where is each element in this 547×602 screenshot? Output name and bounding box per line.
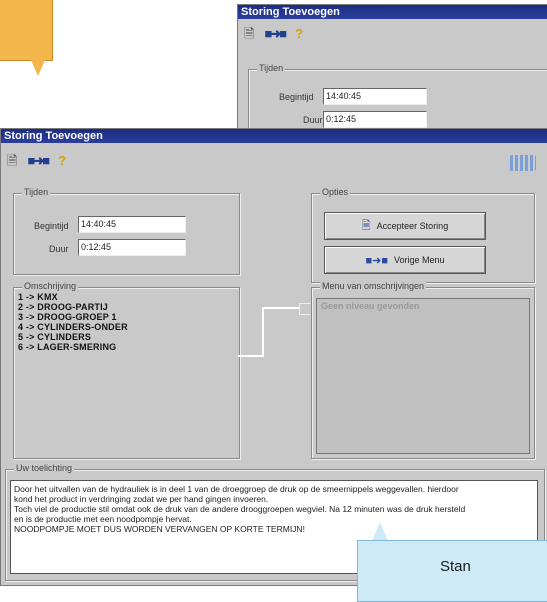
back-begintijd-label: Begintijd — [279, 92, 314, 102]
connector-line — [238, 355, 262, 357]
omschrijving-item[interactable]: 5 -> CYLINDERS — [18, 332, 128, 342]
tijden-group: Tijden Begintijd 14:40:45 Duur 0:12:45 — [13, 187, 240, 275]
duur-field[interactable]: 0:12:45 — [78, 239, 186, 256]
toelichting-line: en is de productie met een noodpompje he… — [14, 514, 192, 524]
opties-group: Opties 🗎 Accepteer Storing ■➜■ Vorige Me… — [311, 187, 535, 283]
callout-blue-tail — [372, 522, 388, 541]
back-window-title: Storing Toevoegen — [238, 5, 547, 19]
omschrijving-item[interactable]: 3 -> DROOG-GROEP 1 — [18, 312, 128, 322]
omschrijving-legend: Omschrijving — [22, 281, 79, 291]
vorige-menu-label: Vorige Menu — [393, 255, 445, 265]
exit-icon[interactable]: ■➜■ — [27, 154, 50, 167]
app-logo-icon — [510, 155, 536, 171]
opties-legend: Opties — [320, 187, 351, 197]
omschrijving-list: 1 -> KMX 2 -> DROOG-PARTIJ 3 -> DROOG-GR… — [18, 292, 128, 352]
main-window: Storing Toevoegen 🗎 ■➜■ ? Tijden Beginti… — [0, 128, 547, 586]
back-toolbar: 🗎 ■➜■ ? — [238, 19, 547, 47]
toelichting-line: NOODPOMPJE MOET DUS WORDEN VERVANGEN OP … — [14, 524, 305, 534]
window-title: Storing Toevoegen — [1, 129, 547, 143]
document-icon: 🗎 — [361, 219, 371, 232]
menu-empty-text: Geen niveau gevonden — [321, 301, 420, 311]
begintijd-field[interactable]: 14:40:45 — [78, 216, 186, 233]
help-icon[interactable]: ? — [295, 27, 303, 40]
callout-orange-tail — [30, 58, 46, 76]
tijden-legend: Tijden — [22, 187, 51, 197]
back-duur-label: Duur — [303, 115, 323, 125]
omschrijving-item[interactable]: 4 -> CYLINDERS-ONDER — [18, 322, 128, 332]
omschrijving-item[interactable]: 1 -> KMX — [18, 292, 128, 302]
menu-panel[interactable]: Geen niveau gevonden — [316, 298, 530, 454]
omschrijving-group: Omschrijving 1 -> KMX 2 -> DROOG-PARTIJ … — [13, 281, 240, 459]
exit-icon: ■➜■ — [365, 254, 388, 267]
omschrijving-item[interactable]: 2 -> DROOG-PARTIJ — [18, 302, 128, 312]
connector-line — [262, 307, 264, 357]
toelichting-line: kond het product in verdringing zodat we… — [14, 494, 269, 504]
menu-legend: Menu van omschrijvingen — [320, 281, 427, 291]
accept-storing-label: Accepteer Storing — [376, 221, 449, 231]
callout-text: Stan — [440, 558, 471, 575]
toolbar: 🗎 ■➜■ ? — [1, 143, 547, 177]
begintijd-label: Begintijd — [34, 221, 69, 231]
accept-storing-button[interactable]: 🗎 Accepteer Storing — [324, 212, 486, 240]
help-icon[interactable]: ? — [58, 154, 66, 167]
omschrijving-item[interactable]: 6 -> LAGER-SMERING — [18, 342, 128, 352]
back-tijden-legend: Tijden — [257, 63, 286, 73]
menu-group: Menu van omschrijvingen Geen niveau gevo… — [311, 281, 535, 459]
toelichting-line: Toch viel de productie stil omdat ook de… — [14, 504, 466, 514]
callout-orange — [0, 0, 53, 61]
back-window: Storing Toevoegen 🗎 ■➜■ ? Tijden Beginti… — [237, 4, 547, 146]
duur-label: Duur — [49, 244, 69, 254]
toelichting-line: Door het uitvallen van de hydrauliek is … — [14, 484, 459, 494]
toelichting-legend: Uw toelichting — [14, 463, 75, 473]
back-duur-field[interactable]: 0:12:45 — [323, 111, 427, 128]
document-icon[interactable]: 🗎 — [7, 154, 17, 167]
document-icon[interactable]: 🗎 — [244, 27, 254, 40]
vorige-menu-button[interactable]: ■➜■ Vorige Menu — [324, 246, 486, 274]
exit-icon[interactable]: ■➜■ — [264, 27, 287, 40]
back-begintijd-field[interactable]: 14:40:45 — [323, 88, 427, 105]
